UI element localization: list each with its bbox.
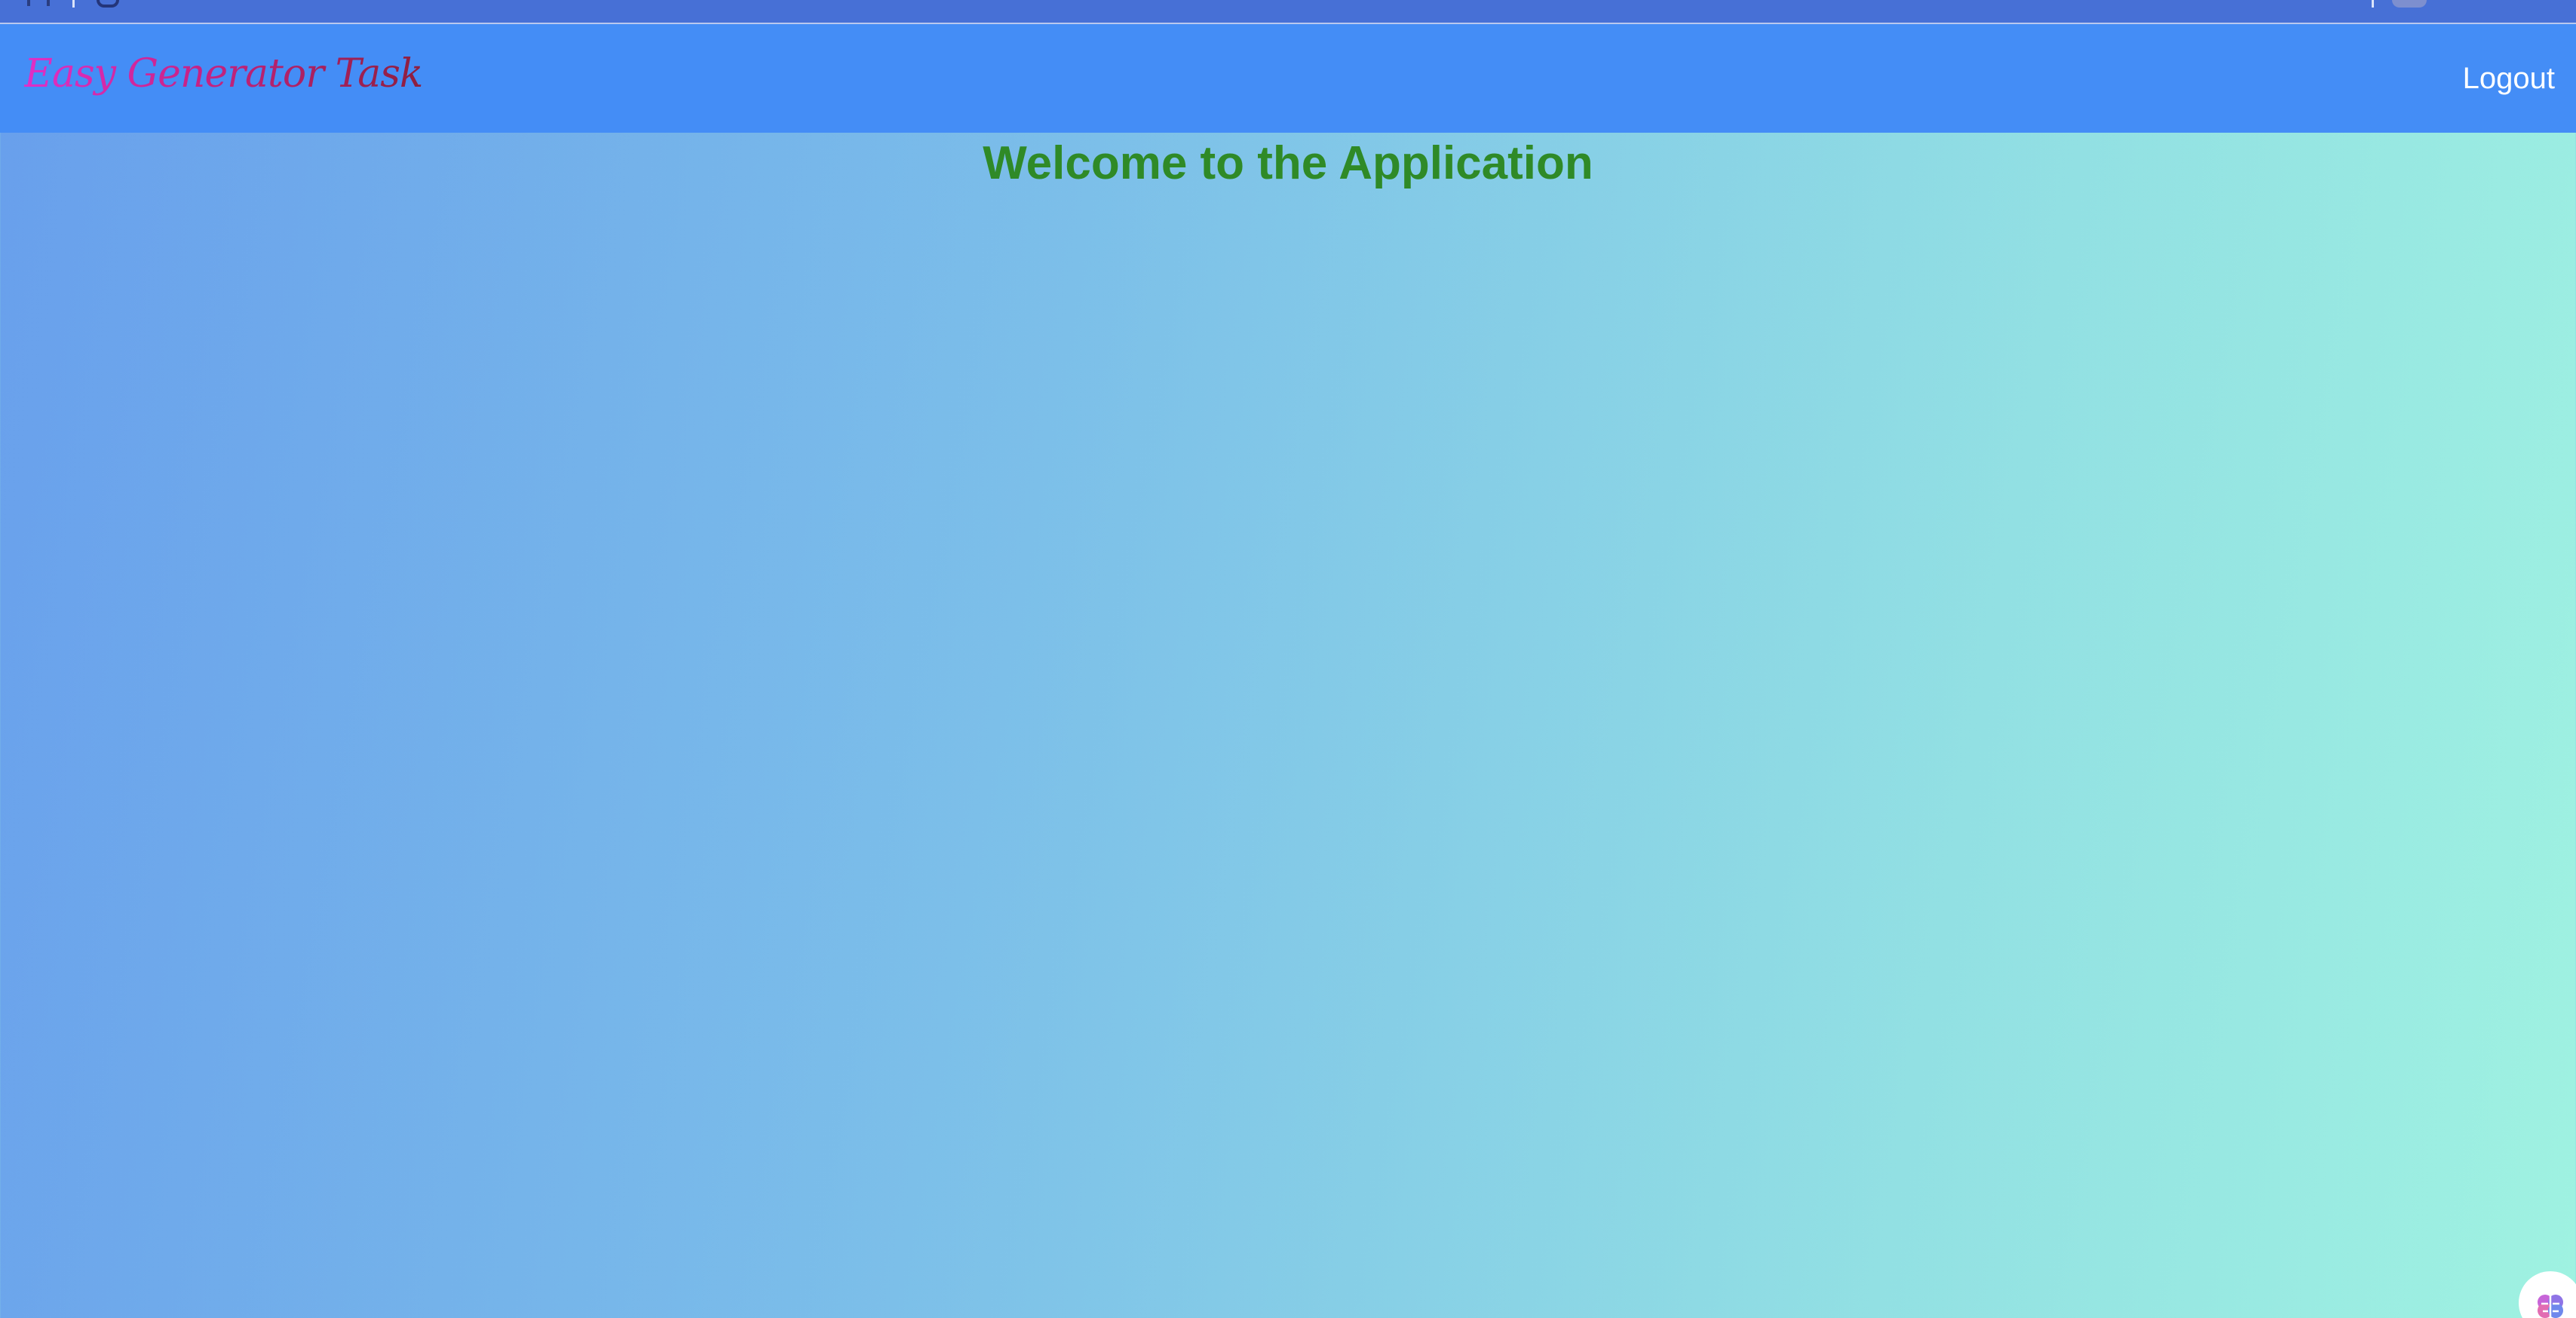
avatar[interactable] <box>2392 0 2427 8</box>
extension-button[interactable] <box>2519 1271 2576 1318</box>
page-title: Welcome to the Application <box>983 137 1593 189</box>
grid-icon[interactable] <box>27 0 50 6</box>
toolbar-divider <box>2372 0 2374 8</box>
reload-icon[interactable] <box>97 0 119 8</box>
toolbar-divider <box>72 0 75 8</box>
browser-toolbar-strip <box>0 0 2576 24</box>
brand-title[interactable]: Easy Generator Task <box>24 52 423 96</box>
logout-button[interactable]: Logout <box>2463 62 2555 96</box>
navbar: Easy Generator Task Logout <box>0 24 2576 133</box>
brain-icon <box>2538 1295 2563 1318</box>
